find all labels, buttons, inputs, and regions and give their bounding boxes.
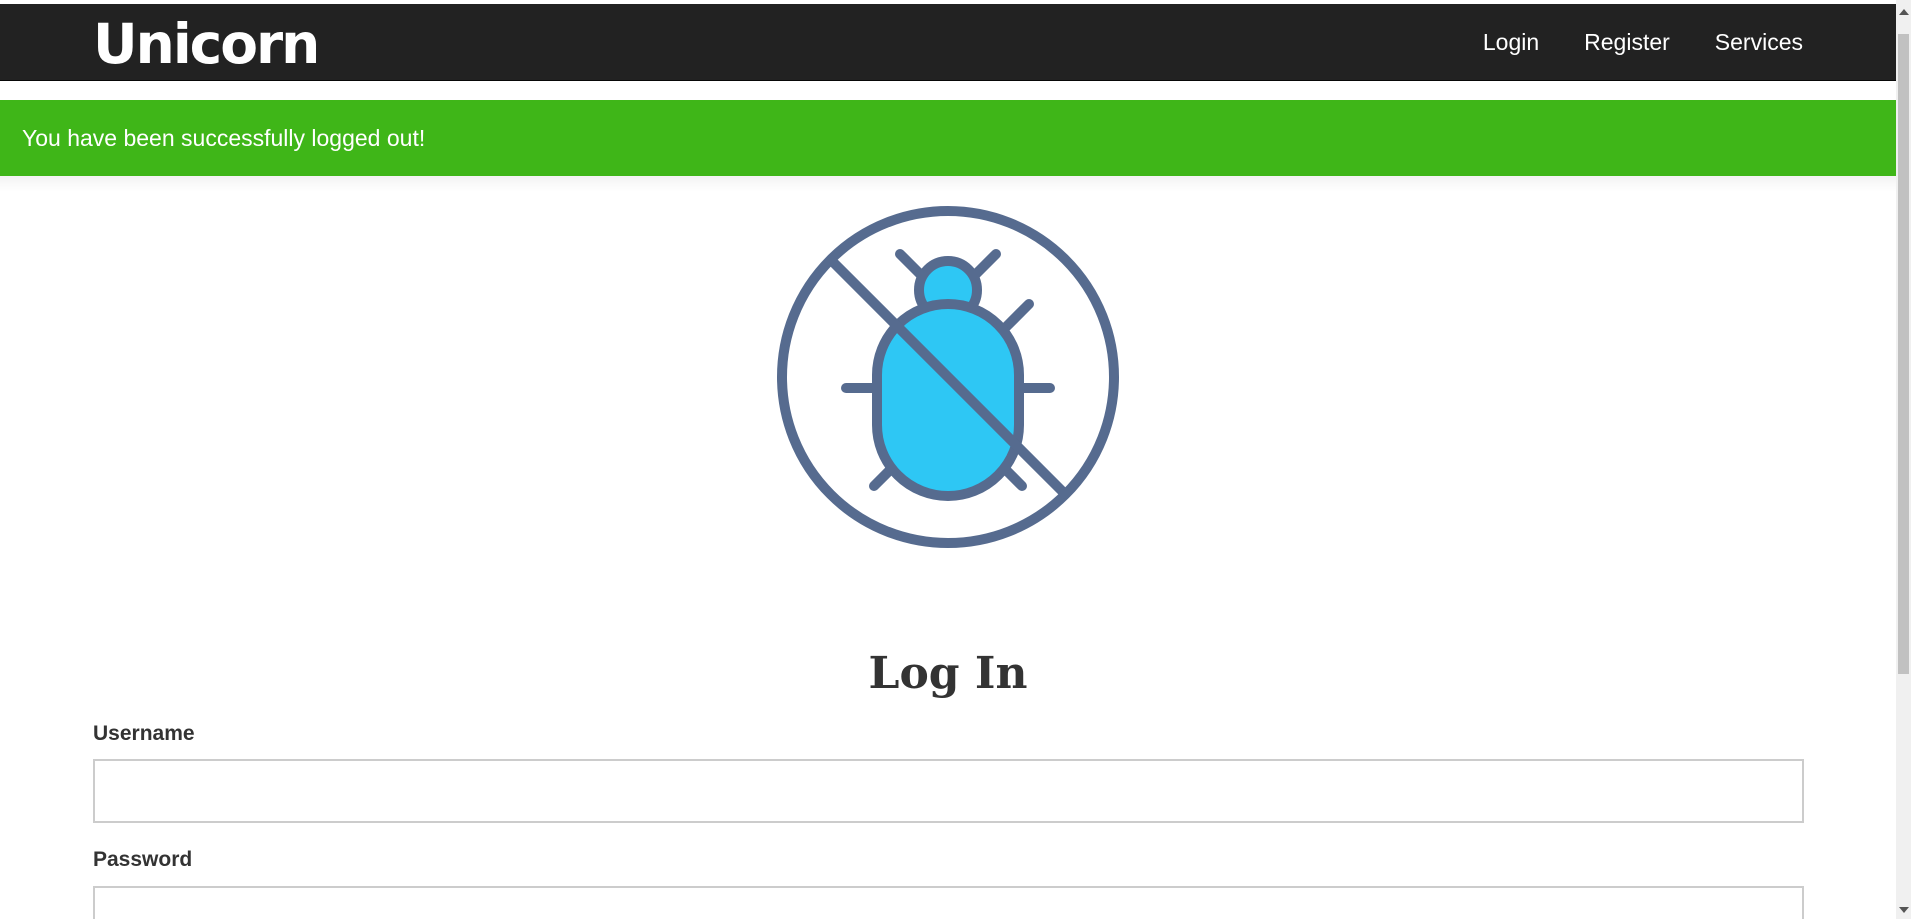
no-bugs-icon (777, 206, 1119, 548)
scroll-up-button[interactable] (1896, 0, 1911, 22)
scroll-thumb[interactable] (1898, 34, 1909, 674)
logout-success-alert: You have been successfully logged out! (0, 100, 1896, 176)
vertical-scrollbar[interactable] (1896, 0, 1911, 919)
nav-login-link[interactable]: Login (1483, 29, 1539, 56)
chevron-up-icon (1899, 9, 1909, 15)
username-label: Username (93, 722, 195, 745)
nav-register-link[interactable]: Register (1584, 29, 1670, 56)
page: Unicorn Login Register Services You have… (0, 0, 1911, 919)
alert-message: You have been successfully logged out! (22, 125, 426, 151)
nav-links: Login Register Services (1483, 4, 1803, 81)
nav-services-link[interactable]: Services (1715, 29, 1803, 56)
page-title: Log In (868, 648, 1028, 699)
chevron-down-icon (1899, 907, 1909, 913)
username-input[interactable] (93, 759, 1804, 823)
password-label: Password (93, 848, 193, 871)
password-input[interactable] (93, 886, 1804, 919)
scroll-down-button[interactable] (1896, 897, 1911, 919)
alert-shadow (0, 176, 1896, 192)
brand-logo[interactable]: Unicorn (93, 12, 320, 76)
navbar: Unicorn Login Register Services (0, 4, 1896, 81)
